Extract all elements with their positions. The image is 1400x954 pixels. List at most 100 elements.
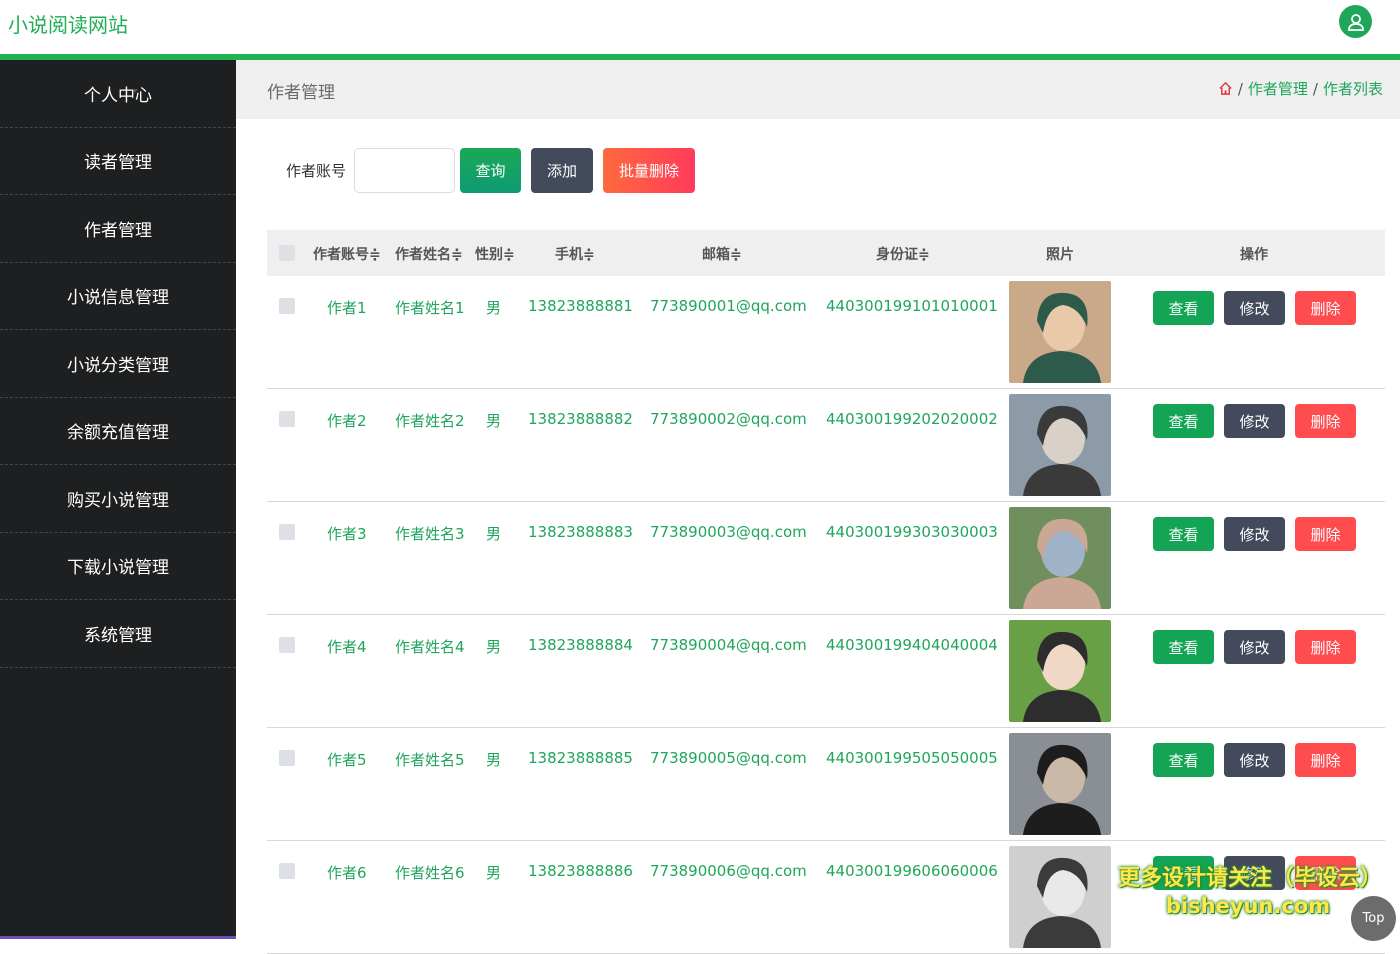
cell-account: 作者1 <box>327 299 367 317</box>
cell-phone: 13823888881 <box>528 297 633 315</box>
chevron-down-icon <box>150 494 156 498</box>
th-account[interactable]: 作者账号≑ <box>313 244 381 264</box>
sidebar-item-personal-center[interactable]: 个人中心 <box>0 60 236 128</box>
view-button[interactable]: 查看 <box>1153 291 1214 325</box>
th-email[interactable]: 邮箱≑ <box>702 244 742 264</box>
photo-image <box>1009 281 1111 383</box>
cell-name: 作者姓名3 <box>395 525 465 543</box>
sort-icon: ≑ <box>730 247 742 263</box>
select-all-checkbox[interactable] <box>279 245 295 261</box>
view-button[interactable]: 查看 <box>1153 743 1214 777</box>
row-checkbox[interactable] <box>279 637 295 653</box>
edit-button[interactable]: 修改 <box>1224 517 1285 551</box>
edit-button[interactable]: 修改 <box>1224 291 1285 325</box>
delete-button[interactable]: 删除 <box>1295 517 1356 551</box>
site-title[interactable]: 小说阅读网站 <box>8 9 128 38</box>
cell-idcard: 440300199606060006 <box>826 862 998 880</box>
sidebar: 个人中心 读者管理 作者管理 小说信息管理 小说分类管理 余额充值管理 购买小说… <box>0 60 318 939</box>
table-header: 作者账号≑ 作者姓名≑ 性别≑ 手机≑ 邮箱≑ 身份证≑ 照片 操作 <box>267 230 1385 276</box>
cell-gender: 男 <box>486 412 502 430</box>
main-content: 作者管理 / 作者管理 / 作者列表 作者账号 查询 添加 批量删除 作者账号≑… <box>236 60 1400 954</box>
cell-idcard: 440300199202020002 <box>826 410 998 428</box>
cell-email: 773890001@qq.com <box>650 297 807 315</box>
th-idcard[interactable]: 身份证≑ <box>876 244 930 264</box>
search-bar: 作者账号 查询 添加 批量删除 <box>286 148 695 193</box>
query-button[interactable]: 查询 <box>460 148 521 193</box>
author-photo[interactable] <box>1009 281 1111 383</box>
row-checkbox[interactable] <box>279 750 295 766</box>
author-photo[interactable] <box>1009 620 1111 722</box>
table-row: 作者4 作者姓名4 男 13823888884 773890004@qq.com… <box>267 615 1385 728</box>
cell-idcard: 440300199404040004 <box>826 636 998 654</box>
back-to-top-button[interactable]: Top <box>1351 896 1396 941</box>
cell-email: 773890004@qq.com <box>650 636 807 654</box>
table-row: 作者2 作者姓名2 男 13823888882 773890002@qq.com… <box>267 389 1385 502</box>
author-photo[interactable] <box>1009 733 1111 835</box>
sidebar-item-readers[interactable]: 读者管理 <box>0 128 236 195</box>
edit-button[interactable]: 修改 <box>1224 404 1285 438</box>
delete-button[interactable]: 删除 <box>1295 743 1356 777</box>
view-button[interactable]: 查看 <box>1153 517 1214 551</box>
row-checkbox[interactable] <box>279 524 295 540</box>
author-photo[interactable] <box>1009 394 1111 496</box>
sort-icon: ≑ <box>451 247 463 263</box>
sidebar-item-authors[interactable]: 作者管理 <box>0 195 236 263</box>
delete-button[interactable]: 删除 <box>1295 404 1356 438</box>
cell-account: 作者5 <box>327 751 367 769</box>
row-checkbox[interactable] <box>279 298 295 314</box>
home-icon[interactable] <box>1218 81 1233 96</box>
photo-image <box>1009 507 1111 609</box>
author-account-input[interactable] <box>354 148 455 193</box>
edit-button[interactable]: 修改 <box>1224 743 1285 777</box>
view-button[interactable]: 查看 <box>1153 404 1214 438</box>
cell-phone: 13823888882 <box>528 410 633 428</box>
sidebar-item-label: 个人中心 <box>84 85 152 106</box>
author-photo[interactable] <box>1009 846 1111 948</box>
chevron-down-icon <box>150 426 156 431</box>
sidebar-item-download[interactable]: 下载小说管理 <box>0 533 236 600</box>
th-gender[interactable]: 性别≑ <box>475 244 515 264</box>
th-name[interactable]: 作者姓名≑ <box>395 244 463 264</box>
watermark: 更多设计请关注（毕设云） bisheyun.com <box>1118 860 1382 918</box>
page-title: 作者管理 <box>267 83 335 103</box>
author-table: 作者账号≑ 作者姓名≑ 性别≑ 手机≑ 邮箱≑ 身份证≑ 照片 操作 作者1 作… <box>267 230 1385 954</box>
cell-email: 773890002@qq.com <box>650 410 807 428</box>
th-actions: 操作 <box>1240 247 1268 263</box>
sidebar-item-novel-category[interactable]: 小说分类管理 <box>0 330 236 398</box>
cell-name: 作者姓名5 <box>395 751 465 769</box>
add-button[interactable]: 添加 <box>531 148 593 193</box>
search-label: 作者账号 <box>286 162 347 180</box>
breadcrumb-separator: / <box>1312 79 1318 98</box>
batch-delete-button[interactable]: 批量删除 <box>603 148 695 193</box>
watermark-line2: bisheyun.com <box>1165 894 1331 918</box>
sidebar-item-novel-info[interactable]: 小说信息管理 <box>0 263 236 330</box>
sidebar-item-recharge[interactable]: 余额充值管理 <box>0 398 236 465</box>
cell-gender: 男 <box>486 751 502 769</box>
sidebar-item-label: 购买小说管理 <box>67 490 169 511</box>
sidebar-item-purchase[interactable]: 购买小说管理 <box>0 465 236 533</box>
chevron-down-icon <box>150 561 156 566</box>
sidebar-item-label: 小说分类管理 <box>67 355 169 376</box>
cell-idcard: 440300199505050005 <box>826 749 998 767</box>
edit-button[interactable]: 修改 <box>1224 630 1285 664</box>
user-avatar-icon[interactable] <box>1339 5 1372 38</box>
sidebar-item-label: 余额充值管理 <box>67 423 169 444</box>
cell-idcard: 440300199101010001 <box>826 297 998 315</box>
delete-button[interactable]: 删除 <box>1295 291 1356 325</box>
delete-button[interactable]: 删除 <box>1295 630 1356 664</box>
row-checkbox[interactable] <box>279 863 295 879</box>
chevron-down-icon <box>132 89 138 93</box>
sort-icon: ≑ <box>583 247 595 263</box>
cell-gender: 男 <box>486 299 502 317</box>
breadcrumb-level1[interactable]: 作者管理 <box>1248 78 1308 99</box>
chevron-down-icon <box>150 291 156 296</box>
breadcrumb-separator: / <box>1237 79 1243 98</box>
sidebar-item-system[interactable]: 系统管理 <box>0 600 236 668</box>
photo-image <box>1009 394 1111 496</box>
cell-account: 作者6 <box>327 864 367 882</box>
row-checkbox[interactable] <box>279 411 295 427</box>
view-button[interactable]: 查看 <box>1153 630 1214 664</box>
breadcrumb-level2: 作者列表 <box>1322 80 1383 98</box>
th-phone[interactable]: 手机≑ <box>555 244 595 264</box>
author-photo[interactable] <box>1009 507 1111 609</box>
